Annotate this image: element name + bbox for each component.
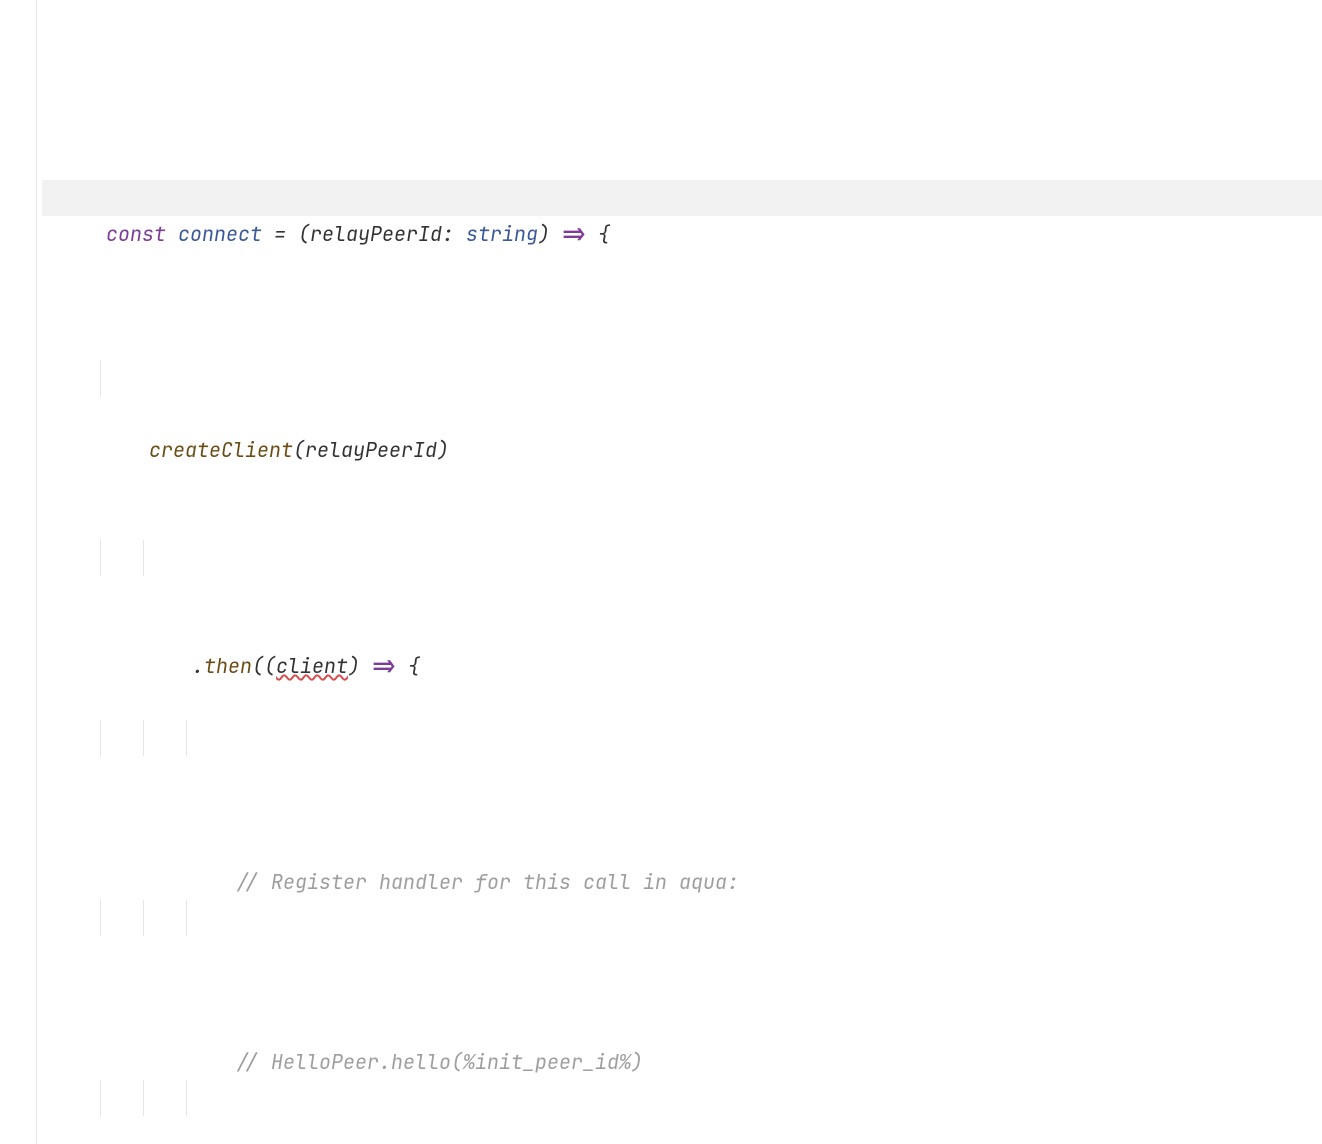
punct: : <box>442 221 466 247</box>
punct: . <box>192 653 204 679</box>
indent-guide <box>143 900 144 936</box>
indent-guide <box>100 1080 101 1116</box>
code-line[interactable]: .then((client) => { <box>42 540 1322 576</box>
indent-guide <box>100 360 101 396</box>
keyword: const <box>106 221 178 247</box>
indent-guide <box>143 1080 144 1116</box>
indent-guide <box>186 1080 187 1116</box>
ident: relayPeerId <box>305 437 437 463</box>
arrow: => <box>372 653 396 679</box>
code-editor[interactable]: const connect = (relayPeerId: string) =>… <box>0 0 1322 1144</box>
indent-guide <box>100 720 101 756</box>
arrow: => <box>562 221 586 247</box>
punct: ) <box>538 221 562 247</box>
gutter-border <box>36 0 37 1144</box>
call: createClient <box>149 437 293 463</box>
punct: ( <box>293 437 305 463</box>
code-line[interactable]: const connect = (relayPeerId: string) =>… <box>42 180 1322 216</box>
indent-guide <box>100 540 101 576</box>
call: then <box>204 653 252 679</box>
punct: ) <box>348 653 372 679</box>
indent-guide <box>186 720 187 756</box>
punct: = ( <box>262 221 310 247</box>
param: relayPeerId <box>310 221 442 247</box>
comment: // HelloPeer.hello(%init_peer_id%) <box>235 1049 643 1075</box>
brace: { <box>396 653 420 679</box>
punct: (( <box>252 653 276 679</box>
ident-warning: client <box>276 653 348 679</box>
indent-guide <box>100 900 101 936</box>
function-name: connect <box>178 221 262 247</box>
code-line[interactable]: client.callServiceHandler.on("HelloPeer"… <box>42 1080 1322 1116</box>
type: string <box>466 221 538 247</box>
code-line[interactable]: createClient(relayPeerId) <box>42 360 1322 396</box>
indent-guide <box>143 720 144 756</box>
comment: // Register handler for this call in aqu… <box>235 869 739 895</box>
indent-guide <box>186 900 187 936</box>
brace: { <box>586 221 610 247</box>
punct: ) <box>437 437 449 463</box>
code-line[interactable]: // Register handler for this call in aqu… <box>42 720 1322 756</box>
indent-guide <box>143 540 144 576</box>
code-line[interactable]: // HelloPeer.hello(%init_peer_id%) <box>42 900 1322 936</box>
